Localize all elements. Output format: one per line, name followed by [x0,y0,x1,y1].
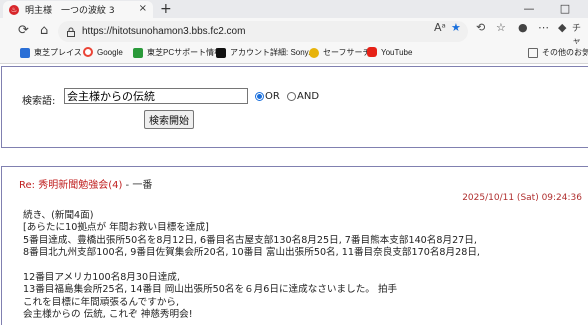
read-aloud-icon[interactable]: Aᵃ [434,21,446,34]
refresh-icon[interactable]: ⟳ [18,23,29,39]
url-text: https://hitotsunohamon3.bbs.fc2.com [82,26,246,37]
post-date: 2025/10/11 (Sat) 09:24:36 [462,193,582,203]
tab-active[interactable]: ♨ 明主様 一つの波紋 3 × [3,1,153,18]
post-author: 一番 [132,180,153,191]
and-label: AND [297,91,320,102]
toshiba-icon [20,47,30,58]
more-menu-icon[interactable]: ⋯ [538,21,549,34]
post-header: Re: 秀明新聞勉強会(4) - 一番 [19,176,152,191]
favorites-icon[interactable]: ☆ [496,21,506,34]
bookmark-item[interactable]: 東芝PCサポート情報 [133,47,222,58]
post: Re: 秀明新聞勉強会(4) - 一番 2025/10/11 (Sat) 09:… [1,166,588,325]
minimize-button[interactable]: — [514,0,544,18]
youtube-icon [367,47,377,57]
site-favicon-icon: ♨ [9,4,19,15]
post-line: [あらたに10拠点が 年間お救い目標を達成] [23,222,209,234]
tab-title: 明主様 一つの波紋 3 [25,6,115,16]
or-label: OR [265,91,280,102]
and-radio[interactable] [287,92,296,101]
bookmark-item[interactable]: アカウント詳細: Sony... [216,47,315,58]
post-line: 13番目福島集会所25名, 14番目 岡山出張所50名を６月6日に達成なさいまし… [23,284,398,296]
search-form: 検索語: OR AND 検索開始 [1,66,588,148]
post-body: 続き、(新聞4面) [あらたに10拠点が 年間お救い目標を達成] 5番目達成、豊… [23,210,583,322]
copilot-icon[interactable]: ◆ [558,21,566,34]
extensions-icon[interactable]: ⟲ [476,21,485,34]
search-input[interactable] [64,88,248,104]
post-line [23,260,583,272]
post-title: Re: 秀明新聞勉強会(4) [19,180,123,191]
browser-toolbar: ⟳ ⌂ https://hitotsunohamon3.bbs.fc2.com … [0,18,588,47]
sony-icon [216,47,226,58]
search-label: 検索語: [22,96,56,107]
bookmark-item[interactable]: セーフサーチ [309,47,371,58]
lock-icon [66,27,76,37]
other-favorites[interactable]: その他のお気に入り [528,47,588,58]
post-line: 12番目アメリカ100名8月30日達成, [23,271,180,283]
home-icon[interactable]: ⌂ [40,23,48,39]
google-icon [83,47,93,57]
post-line: これを目標に年間頑張るんですから, [23,296,180,308]
toshiba-support-icon [133,47,143,58]
address-bar[interactable]: https://hitotsunohamon3.bbs.fc2.com [58,21,468,42]
post-separator: - [122,180,133,191]
folder-icon [528,47,538,58]
tab-close-icon[interactable]: × [139,3,147,14]
bookmark-item[interactable]: Google [83,47,123,57]
bookmark-item[interactable]: YouTube [367,47,412,57]
post-line: 会主様からの 伝統, これぞ 神慈秀明会! [23,309,193,321]
post-line: 続き、(新聞4面) [23,210,94,221]
new-tab-button[interactable]: + [160,0,172,18]
favorite-star-icon[interactable]: ★ [451,21,461,34]
post-line: 5番目達成、豊橋出張所50名を8月12日, 6番目名古屋支部130名8月25日,… [23,234,477,246]
safesearch-icon [309,47,319,58]
bookmarks-bar: 東芝プレイス Google 東芝PCサポート情報 アカウント詳細: Sony..… [0,44,588,64]
tab-bar: ♨ 明主様 一つの波紋 3 × + — □ [0,0,588,18]
search-button[interactable]: 検索開始 [144,110,194,129]
post-line: 8番目北九州支部100名, 9番目佐賀集会所20名, 10番目 富山出張所50名… [23,247,480,259]
maximize-button[interactable]: □ [550,0,580,18]
profile-avatar-icon[interactable]: ● [518,21,528,34]
bookmark-item[interactable]: 東芝プレイス [20,47,82,58]
or-radio[interactable] [255,92,264,101]
